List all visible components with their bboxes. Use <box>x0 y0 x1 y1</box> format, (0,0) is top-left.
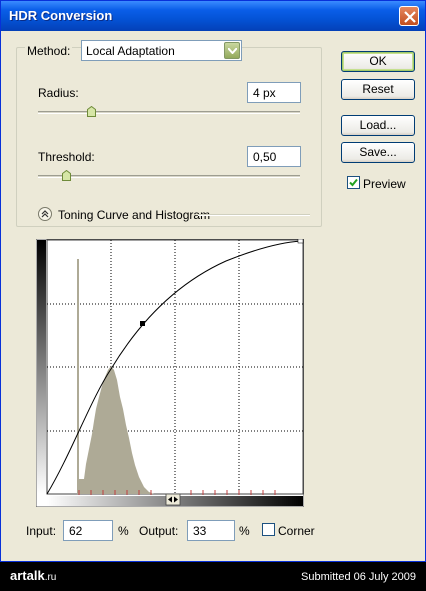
corner-checkbox[interactable] <box>262 523 275 536</box>
method-value: Local Adaptation <box>86 44 175 58</box>
load-button[interactable]: Load... <box>341 115 415 136</box>
threshold-slider-track[interactable] <box>38 175 300 178</box>
threshold-label: Threshold: <box>38 150 95 164</box>
method-label: Method: <box>25 44 73 58</box>
preview-label: Preview <box>363 177 406 191</box>
logo-text: artalk <box>10 568 45 583</box>
title-bar[interactable]: HDR Conversion <box>1 1 425 31</box>
output-field[interactable]: 33 <box>187 520 235 541</box>
collapse-icon[interactable] <box>38 207 52 221</box>
threshold-input[interactable]: 0,50 <box>247 146 301 167</box>
radius-slider-track[interactable] <box>38 111 300 114</box>
radius-slider-thumb[interactable] <box>87 106 96 117</box>
threshold-slider-thumb[interactable] <box>62 170 71 181</box>
footer-bar: artalk.ru Submitted 06 July 2009 <box>0 562 426 591</box>
chevron-down-icon[interactable] <box>224 42 240 59</box>
input-unit: % <box>118 524 129 538</box>
window-title: HDR Conversion <box>9 8 113 23</box>
options-group <box>16 47 322 227</box>
input-range-handle <box>165 493 181 506</box>
input-label: Input: <box>26 524 57 538</box>
input-field[interactable]: 62 <box>63 520 113 541</box>
output-unit: % <box>239 524 250 538</box>
logo-domain: .ru <box>44 572 57 583</box>
reset-button[interactable]: Reset <box>341 79 415 100</box>
toning-section-label: Toning Curve and Histogram <box>58 208 211 222</box>
output-label: Output: <box>139 524 179 538</box>
corner-label: Corner <box>278 524 315 538</box>
hdr-conversion-dialog: HDR Conversion Method: Local Adaptation … <box>0 0 426 562</box>
radius-label: Radius: <box>38 86 79 100</box>
ok-button[interactable]: OK <box>341 51 415 72</box>
close-button[interactable] <box>399 6 419 26</box>
curve-control-point <box>140 321 145 326</box>
radius-input[interactable]: 4 px <box>247 82 301 103</box>
toning-curve-graph[interactable] <box>36 239 304 507</box>
preview-checkbox[interactable] <box>347 176 360 189</box>
submitted-date: Submitted 06 July 2009 <box>301 571 416 583</box>
site-logo: artalk.ru <box>10 568 56 583</box>
output-gradient-bar <box>37 240 46 494</box>
method-select[interactable]: Local Adaptation <box>81 40 242 61</box>
save-button[interactable]: Save... <box>341 142 415 163</box>
section-divider <box>198 214 310 216</box>
close-icon <box>404 11 416 23</box>
dialog-body: Method: Local Adaptation Radius: 4 px Th… <box>4 31 422 559</box>
checkmark-icon <box>349 178 358 187</box>
